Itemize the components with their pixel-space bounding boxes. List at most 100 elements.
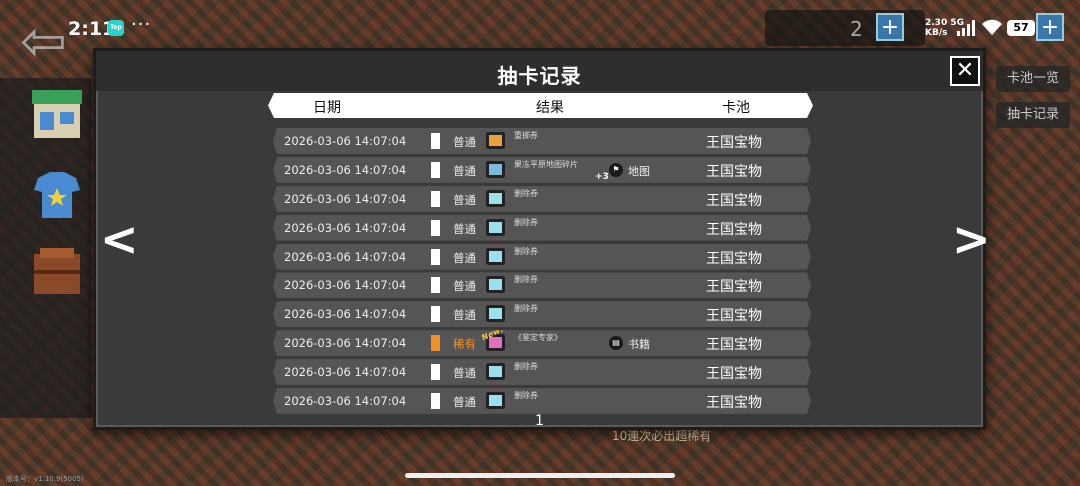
table-row: 2026-03-06 14:07:04 普通 删除券 王国宝物 [273, 244, 811, 270]
previous-page-arrow[interactable]: < [100, 216, 139, 262]
tab-draw-history[interactable]: 抽卡记录 [996, 102, 1070, 128]
rarity-indicator [431, 249, 440, 265]
draw-date: 2026-03-06 14:07:04 [284, 162, 407, 177]
currency-count: 2 [850, 17, 863, 41]
rarity-indicator [431, 162, 440, 178]
dialog-title: 抽卡记录 [497, 64, 582, 88]
home-indicator[interactable] [405, 473, 675, 478]
table-row: 2026-03-06 14:07:04 普通 删除券 王国宝物 [273, 186, 811, 212]
add-currency-button[interactable]: + [876, 13, 904, 41]
sidebar-left [0, 78, 92, 418]
pool-name: 王国宝物 [706, 192, 762, 209]
rarity-label: 普通 [453, 394, 476, 409]
rarity-indicator [431, 335, 440, 351]
item-name: 重掷券 [514, 131, 538, 140]
pool-name: 王国宝物 [706, 366, 762, 382]
back-arrow-icon[interactable]: ⇦ [20, 14, 100, 74]
item-ticket-icon [486, 190, 505, 207]
category-label: 地图 [628, 164, 650, 178]
item-ticket-icon [486, 305, 505, 322]
item-name: 删除券 [514, 304, 538, 314]
dialog-header: 抽卡记录 ✕ [96, 51, 983, 91]
rarity-label: 稀有 [453, 337, 476, 352]
table-row: 2026-03-06 14:07:04 普通 删除券 王国宝物 [273, 215, 811, 241]
item-ticket-icon [486, 161, 505, 178]
draw-date: 2026-03-06 14:07:04 [284, 191, 407, 206]
item-ticket-icon [486, 248, 505, 265]
outfit-icon[interactable] [28, 168, 86, 226]
rarity-indicator [431, 133, 440, 149]
rarity-indicator [431, 306, 440, 322]
pool-name: 王国宝物 [706, 250, 762, 267]
table-row: 2026-03-06 14:07:04 稀有 《鉴定专家》 王国宝物 New! ▤ 书籍 [273, 330, 811, 356]
history-table: 2026-03-06 14:07:04 普通 重掷券 王国宝物 2026-03-06 1… [273, 128, 811, 417]
rarity-label: 普通 [453, 366, 476, 380]
version-text: 版本号：v1.10.9(5005) [6, 475, 84, 483]
rarity-label: 普通 [453, 221, 476, 236]
item-ticket-icon [486, 132, 505, 149]
pool-name: 王国宝物 [706, 308, 762, 325]
item-ticket-icon [486, 276, 505, 293]
table-row: 2026-03-06 14:07:04 普通 删除券 王国宝物 [273, 359, 811, 385]
draw-date: 2026-03-06 14:07:04 [284, 393, 407, 408]
close-button[interactable]: ✕ [950, 56, 980, 86]
battery-indicator: 57 [1007, 20, 1035, 36]
draw-date: 2026-03-06 14:07:04 [284, 249, 407, 264]
pool-name: 王国宝物 [706, 221, 762, 238]
rarity-indicator [431, 364, 440, 380]
pool-name: 王国宝物 [706, 394, 762, 411]
item-name: 删除券 [514, 390, 538, 400]
draw-date: 2026-03-06 14:07:04 [284, 278, 407, 293]
draw-date: 2026-03-06 14:07:04 [284, 336, 407, 351]
item-ticket-icon [486, 392, 505, 409]
draw-date: 2026-03-06 14:07:04 [284, 307, 407, 322]
item-name: 删除券 [514, 217, 538, 227]
rarity-indicator [431, 191, 440, 207]
table-row: 2026-03-06 14:07:04 普通 删除券 王国宝物 [273, 272, 811, 298]
rarity-label: 普通 [453, 192, 476, 207]
draw-history-dialog: 抽卡记录 ✕ 日期 结果 卡池 < > 2026-03-06 14:07:04 普… [93, 48, 991, 430]
item-name: 删除券 [514, 362, 538, 371]
rarity-label: 普通 [453, 250, 476, 265]
category-label: 书籍 [628, 338, 650, 352]
item-ticket-icon [486, 363, 505, 380]
rarity-indicator [431, 393, 440, 409]
column-header-pool: 卡池 [722, 100, 750, 116]
page-number: 1 [535, 413, 544, 429]
signal-icon [957, 20, 975, 36]
pool-name: 王国宝物 [706, 135, 762, 151]
table-row: 2026-03-06 14:07:04 普通 删除券 王国宝物 [273, 388, 811, 414]
draw-date: 2026-03-06 14:07:04 [284, 134, 407, 148]
draw-date: 2026-03-06 14:07:04 [284, 220, 407, 235]
next-page-arrow[interactable]: > [952, 216, 991, 262]
pool-name: 王国宝物 [706, 279, 762, 296]
rarity-label: 普通 [453, 308, 476, 323]
backpack-icon[interactable] [28, 244, 86, 302]
rarity-indicator [431, 220, 440, 236]
app-notification-icon: Top [108, 20, 124, 36]
more-notifications-icon: ··· [131, 14, 152, 35]
extra-count: +3 [595, 171, 609, 182]
wifi-icon [982, 19, 1002, 35]
tab-pool-overview[interactable]: 卡池一览 [996, 66, 1070, 92]
item-name: 删除券 [514, 246, 538, 256]
item-name: 删除券 [514, 275, 538, 285]
table-row: 2026-03-06 14:07:04 普通 删除券 王国宝物 [273, 301, 811, 327]
pool-name: 王国宝物 [706, 163, 762, 180]
category-icon: ▤ [609, 336, 623, 350]
category-icon: ⚑ [609, 163, 623, 177]
shop-icon[interactable] [28, 88, 86, 146]
table-header: 日期 结果 卡池 [268, 93, 813, 118]
rarity-label: 普通 [453, 163, 476, 178]
rarity-indicator [431, 277, 440, 293]
add-currency-button-2[interactable]: + [1036, 13, 1064, 41]
draw-date: 2026-03-06 14:07:04 [284, 365, 407, 379]
column-header-date: 日期 [313, 100, 341, 116]
item-ticket-icon [486, 219, 505, 236]
column-header-result: 结果 [536, 100, 564, 116]
item-name: 《鉴定专家》 [514, 333, 562, 343]
pool-name: 王国宝物 [706, 337, 762, 354]
rarity-label: 普通 [453, 135, 476, 149]
item-name: 果冻平原地图碎片 [514, 159, 578, 169]
table-row: 2026-03-06 14:07:04 普通 重掷券 王国宝物 [273, 128, 811, 154]
